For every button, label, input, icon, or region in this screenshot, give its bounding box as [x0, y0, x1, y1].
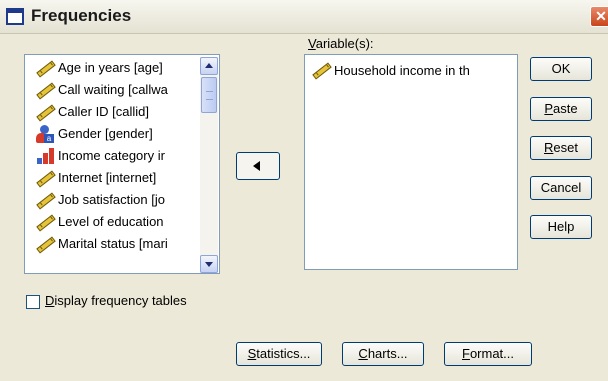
- title-bar[interactable]: Frequencies ✕: [0, 0, 608, 34]
- help-button[interactable]: Help: [530, 215, 592, 239]
- dialog-title: Frequencies: [31, 6, 132, 25]
- scroll-thumb[interactable]: [201, 77, 217, 113]
- ok-button[interactable]: OK: [530, 57, 592, 81]
- cancel-button[interactable]: Cancel: [530, 176, 592, 200]
- list-item[interactable]: Call waiting [callwa: [27, 79, 199, 101]
- paste-button[interactable]: Paste: [530, 97, 592, 121]
- scale-ruler-icon: [35, 81, 56, 100]
- list-item-label: Age in years [age]: [58, 60, 163, 75]
- frequencies-dialog: Frequencies ✕ Age in years [age] Call wa…: [0, 0, 608, 381]
- display-frequency-tables-label: Display frequency tables: [45, 293, 187, 308]
- variables-label: Variable(s):: [308, 36, 374, 51]
- window-icon: [6, 8, 24, 25]
- source-variable-list[interactable]: Age in years [age] Call waiting [callwa …: [24, 54, 220, 274]
- scale-ruler-icon: [35, 169, 56, 188]
- list-item-label: Caller ID [callid]: [58, 104, 150, 119]
- list-item[interactable]: Marital status [mari: [27, 233, 199, 255]
- list-item[interactable]: Age in years [age]: [27, 57, 199, 79]
- list-item-label: Gender [gender]: [58, 126, 153, 141]
- display-frequency-tables-checkbox[interactable]: [26, 295, 40, 309]
- list-item-label: Household income in th: [334, 62, 470, 78]
- list-item-label: Income category ir: [58, 148, 165, 163]
- scale-ruler-icon: [35, 59, 56, 78]
- list-item[interactable]: a Gender [gender]: [27, 123, 199, 145]
- list-item[interactable]: Income category ir: [27, 145, 199, 167]
- list-item-label: Level of education: [58, 214, 164, 229]
- scroll-up-button[interactable]: [200, 57, 218, 75]
- source-list-scrollbar[interactable]: [200, 57, 218, 273]
- scale-ruler-icon: [35, 213, 56, 232]
- scale-ruler-icon: [311, 61, 332, 80]
- scale-ruler-icon: [35, 191, 56, 210]
- list-item-label: Marital status [mari: [58, 236, 168, 251]
- list-item[interactable]: Job satisfaction [jo: [27, 189, 199, 211]
- statistics-button[interactable]: Statistics...: [236, 342, 322, 366]
- scale-ruler-icon: [35, 235, 56, 254]
- list-item[interactable]: Caller ID [callid]: [27, 101, 199, 123]
- list-item[interactable]: Internet [internet]: [27, 167, 199, 189]
- target-variable-list[interactable]: Household income in th: [304, 54, 518, 270]
- move-variable-button[interactable]: [236, 152, 280, 180]
- list-item[interactable]: Household income in th: [309, 59, 496, 81]
- charts-button[interactable]: Charts...: [342, 342, 424, 366]
- nominal-person-icon: a: [35, 125, 55, 143]
- list-item[interactable]: Level of education: [27, 211, 199, 233]
- source-variable-items: Age in years [age] Call waiting [callwa …: [27, 57, 199, 273]
- scale-ruler-icon: [35, 103, 56, 122]
- list-item-label: Call waiting [callwa: [58, 82, 168, 97]
- format-button[interactable]: Format...: [444, 342, 532, 366]
- list-item-label: Internet [internet]: [58, 170, 157, 185]
- list-item-label: Job satisfaction [jo: [58, 192, 165, 207]
- close-button[interactable]: ✕: [590, 6, 608, 27]
- ordinal-bars-icon: [35, 147, 55, 165]
- reset-button[interactable]: Reset: [530, 136, 592, 160]
- scroll-down-button[interactable]: [200, 255, 218, 273]
